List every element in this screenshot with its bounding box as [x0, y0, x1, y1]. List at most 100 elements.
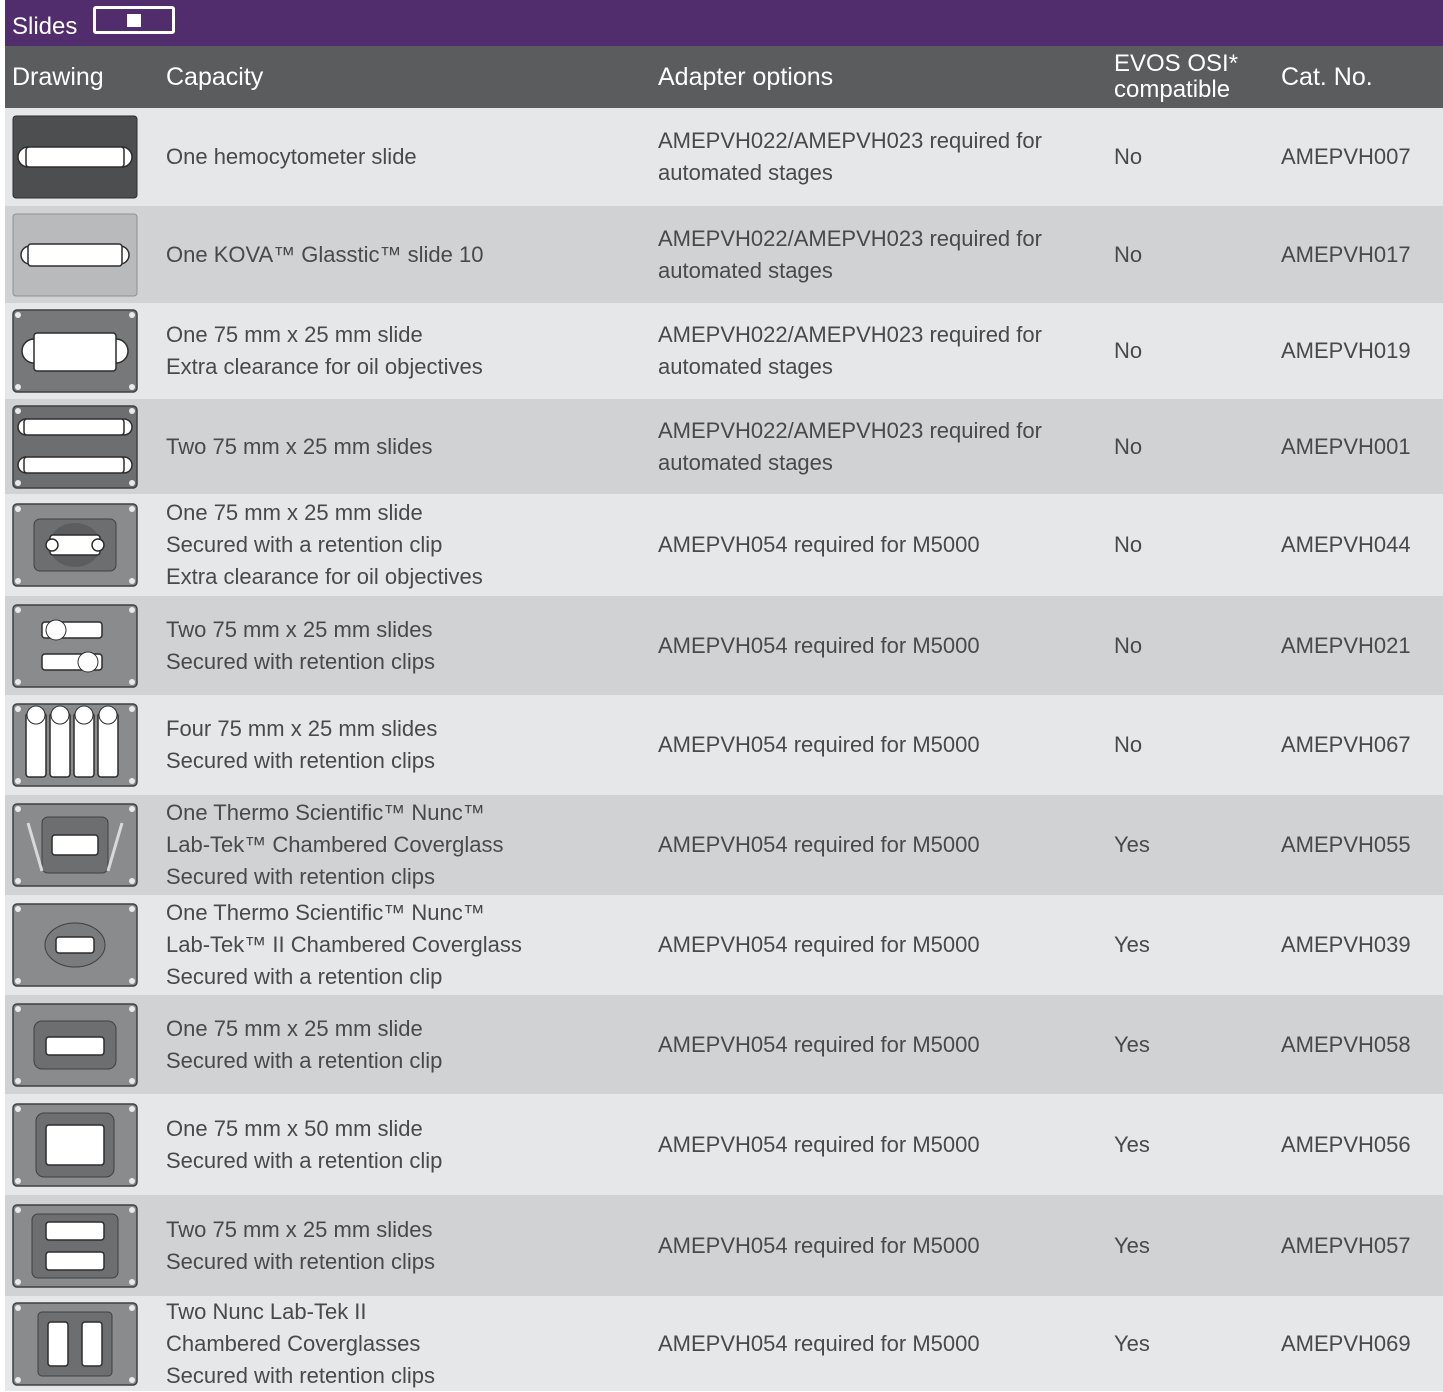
- two-slide-clip-holder-icon: [12, 603, 138, 688]
- capacity-cell-line: One KOVA™ Glasstic™ slide 10: [166, 241, 484, 267]
- adapter-options-cell-line: automated stages: [658, 160, 833, 185]
- slides-table: Slides Drawing Capacity Adapter options …: [5, 0, 1443, 1391]
- cat-no-cell: AMEPVH044: [1281, 532, 1411, 557]
- capacity-cell-line: Secured with a retention clip: [166, 1147, 443, 1173]
- table-row: One 75 mm x 50 mm slide Secured with a re…: [5, 1094, 1443, 1195]
- slide-icon: [93, 6, 175, 34]
- evos-osi-cell: No: [1114, 732, 1143, 757]
- header-evos-osi: EVOS OSI* compatible: [1114, 50, 1238, 104]
- cat-no-cell: AMEPVH057: [1281, 1232, 1411, 1258]
- adapter-options-cell: AMEPVH054 required for M5000: [658, 795, 980, 895]
- header-cat-no: Cat. No.: [1281, 62, 1373, 91]
- capacity-cell-line: One 75 mm x 25 mm slide: [166, 322, 423, 347]
- capacity-cell: One 75 mm x 25 mm slide Extra clearance f…: [166, 303, 483, 399]
- adapter-options-cell-line: AMEPVH022/AMEPVH023 required for: [658, 225, 1042, 251]
- adapter-options-cell: AMEPVH022/AMEPVH023 required for automate…: [658, 303, 1042, 399]
- capacity-cell-line: Four 75 mm x 25 mm slides: [166, 716, 438, 741]
- evos-osi-cell: Yes: [1114, 1232, 1150, 1258]
- wide-slide-clip-holder-icon: [12, 1102, 138, 1187]
- evos-osi-cell: Yes: [1114, 932, 1150, 957]
- table-row: One hemocytometer slide AMEPVH022/AMEPVH0…: [5, 108, 1443, 206]
- capacity-cell: Two 75 mm x 25 mm slides Secured with ret…: [166, 596, 435, 695]
- table-row: Two 75 mm x 25 mm slides Secured with ret…: [5, 596, 1443, 695]
- four-slide-clip-holder-icon: [12, 703, 138, 787]
- drawing-cell: [12, 1296, 138, 1391]
- adapter-options-cell-line: AMEPVH054 required for M5000: [658, 1232, 980, 1258]
- drawing-cell: [12, 995, 138, 1094]
- capacity-cell-line: Secured with retention clips: [166, 1248, 436, 1274]
- evos-osi-cell: Yes: [1114, 832, 1150, 857]
- adapter-options-cell: AMEPVH054 required for M5000: [658, 695, 980, 795]
- capacity-cell-line: Secured with a retention clip: [166, 532, 443, 557]
- capacity-cell: One KOVA™ Glasstic™ slide 10: [166, 206, 484, 303]
- capacity-cell-line: One hemocytometer slide: [166, 144, 417, 169]
- evos-osi-cell: No: [1114, 338, 1143, 363]
- capacity-cell: One 75 mm x 25 mm slide Secured with a re…: [166, 494, 483, 596]
- adapter-options-cell: AMEPVH054 required for M5000: [658, 895, 980, 995]
- table-row: One Thermo Scientific™ Nunc™ Lab-Tek™ Cha…: [5, 795, 1443, 895]
- single-slide-clip-holder-icon: [12, 1002, 138, 1087]
- adapter-options-cell-line: AMEPVH054 required for M5000: [658, 932, 980, 957]
- cat-no-cell: AMEPVH058: [1281, 1031, 1411, 1057]
- evos-osi-cell: No: [1114, 632, 1143, 658]
- hemocytometer-holder-icon: [12, 115, 138, 199]
- table-row: Four 75 mm x 25 mm slides Secured with re…: [5, 695, 1443, 795]
- drawing-cell: [12, 895, 138, 995]
- drawing-cell: [12, 303, 138, 399]
- adapter-options-cell: AMEPVH054 required for M5000: [658, 1296, 980, 1391]
- adapter-options-cell: AMEPVH054 required for M5000: [658, 1094, 980, 1195]
- adapter-options-cell-line: AMEPVH054 required for M5000: [658, 1031, 980, 1057]
- capacity-cell: Two 75 mm x 25 mm slides Secured with ret…: [166, 1195, 435, 1296]
- capacity-cell-line: Secured with a retention clip: [166, 964, 443, 989]
- drawing-cell: [12, 795, 138, 895]
- table-row: Two 75 mm x 25 mm slides AMEPVH022/AMEPVH…: [5, 399, 1443, 494]
- adapter-options-cell-line: AMEPVH054 required for M5000: [658, 832, 980, 857]
- adapter-options-cell: AMEPVH054 required for M5000: [658, 494, 980, 596]
- capacity-cell-line: Two 75 mm x 25 mm slides: [166, 1216, 433, 1242]
- capacity-cell-line: Two 75 mm x 25 mm slides: [166, 616, 433, 642]
- section-title: Slides: [12, 13, 78, 40]
- adapter-options-cell-line: AMEPVH054 required for M5000: [658, 632, 980, 658]
- single-slide-clip-oil-holder-icon: [12, 503, 138, 587]
- drawing-cell: [12, 399, 138, 494]
- adapter-options-cell-line: AMEPVH022/AMEPVH023 required for: [658, 417, 1042, 443]
- evos-osi-cell: No: [1114, 241, 1143, 267]
- adapter-options-cell-line: automated stages: [658, 449, 833, 475]
- adapter-options-cell: AMEPVH054 required for M5000: [658, 596, 980, 695]
- capacity-cell-line: One Thermo Scientific™ Nunc™: [166, 900, 485, 925]
- table-row: One 75 mm x 25 mm slide Secured with a re…: [5, 995, 1443, 1094]
- capacity-cell-line: Chambered Coverglasses: [166, 1330, 421, 1356]
- section-title-bar: Slides: [5, 0, 1443, 46]
- adapter-options-cell-line: automated stages: [658, 257, 833, 283]
- drawing-cell: [12, 494, 138, 596]
- capacity-cell-line: Two Nunc Lab-Tek II: [166, 1298, 367, 1324]
- capacity-cell-line: Lab-Tek™ Chambered Coverglass: [166, 832, 504, 857]
- header-adapter-options: Adapter options: [658, 62, 834, 91]
- cat-no-cell: AMEPVH019: [1281, 338, 1411, 363]
- table-row: Two 75 mm x 25 mm slides Secured with ret…: [5, 1195, 1443, 1296]
- adapter-options-cell: AMEPVH054 required for M5000: [658, 995, 980, 1094]
- cat-no-cell: AMEPVH069: [1281, 1330, 1411, 1356]
- table-row: One Thermo Scientific™ Nunc™ Lab-Tek™ II …: [5, 895, 1443, 995]
- drawing-cell: [12, 596, 138, 695]
- capacity-cell-line: Secured with retention clips: [166, 648, 436, 674]
- adapter-options-cell: AMEPVH022/AMEPVH023 required for automate…: [658, 206, 1042, 303]
- drawing-cell: [12, 206, 138, 303]
- adapter-options-cell-line: AMEPVH022/AMEPVH023 required for: [658, 128, 1042, 153]
- adapter-options-cell: AMEPVH054 required for M5000: [658, 1195, 980, 1296]
- adapter-options-cell-line: AMEPVH054 required for M5000: [658, 532, 980, 557]
- capacity-cell: One 75 mm x 25 mm slide Secured with a re…: [166, 995, 442, 1094]
- cat-no-cell: AMEPVH017: [1281, 241, 1411, 267]
- table-row: Two Nunc Lab-Tek II Chambered Coverglasse…: [5, 1296, 1443, 1391]
- evos-osi-cell: Yes: [1114, 1330, 1150, 1356]
- cat-no-cell: AMEPVH055: [1281, 832, 1411, 857]
- cat-no-cell: AMEPVH056: [1281, 1131, 1411, 1157]
- evos-osi-cell: Yes: [1114, 1031, 1150, 1057]
- adapter-options-cell: AMEPVH022/AMEPVH023 required for automate…: [658, 108, 1042, 206]
- cat-no-cell: AMEPVH067: [1281, 732, 1411, 757]
- header-evos-osi-line2: compatible: [1114, 76, 1231, 103]
- cat-no-cell: AMEPVH001: [1281, 433, 1411, 459]
- drawing-cell: [12, 1195, 138, 1296]
- capacity-cell-line: Secured with retention clips: [166, 748, 436, 773]
- single-slide-oil-holder-icon: [12, 309, 138, 393]
